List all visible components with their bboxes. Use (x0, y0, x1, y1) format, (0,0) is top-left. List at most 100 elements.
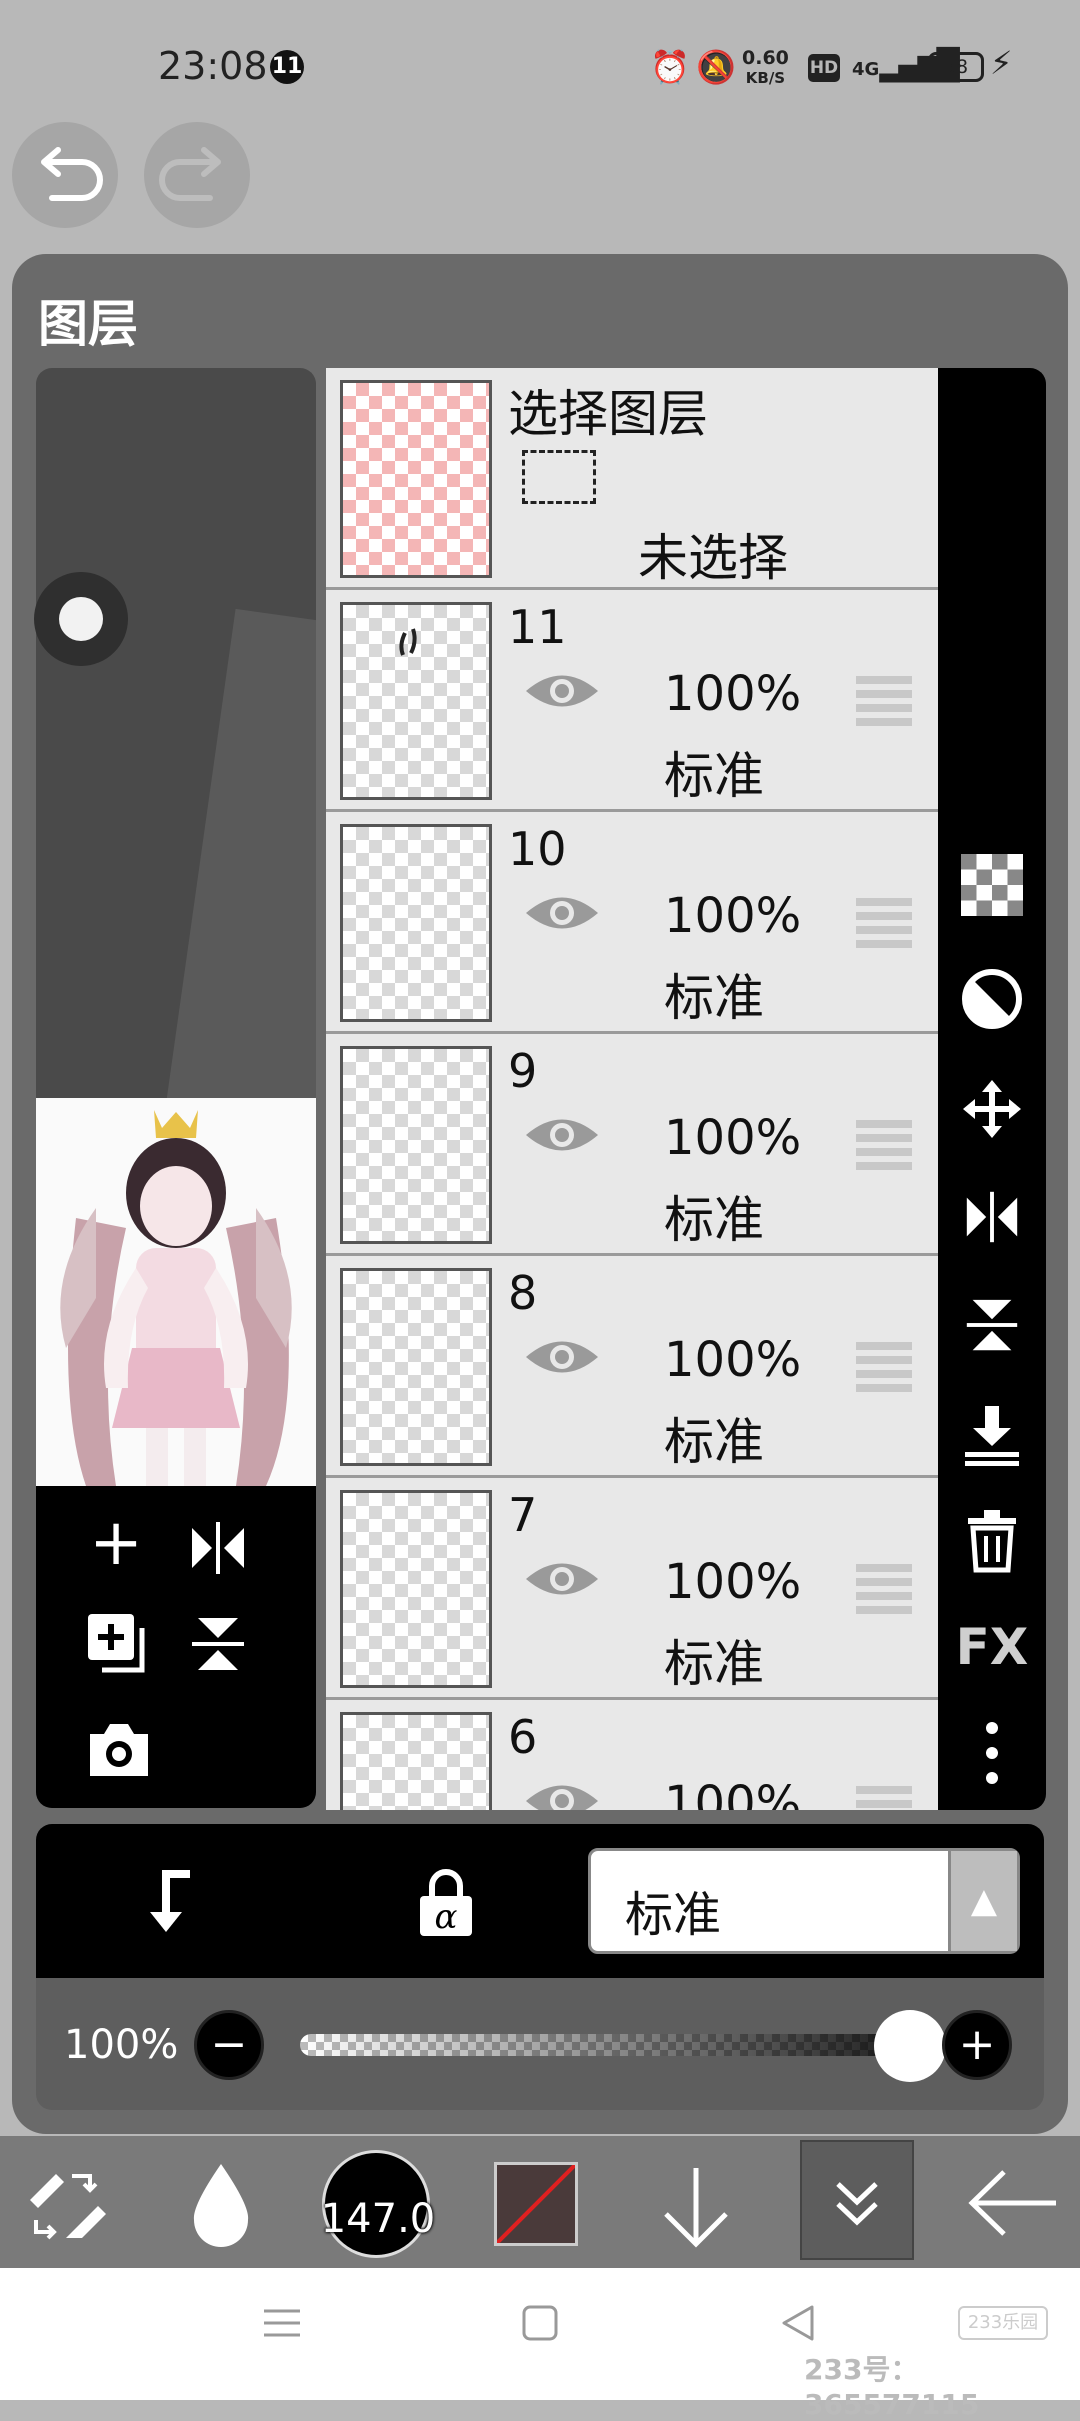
merge-down-button[interactable] (938, 1402, 1046, 1482)
layer-name: 7 (508, 1488, 538, 1542)
back-nav-icon[interactable] (778, 2300, 818, 2354)
more-vertical-icon (986, 1722, 998, 1784)
selection-layer-row[interactable]: 选择图层 未选择 (326, 368, 938, 590)
brush-type-button[interactable] (186, 2160, 256, 2254)
layer-thumbnail (340, 1490, 492, 1688)
layer-row[interactable]: 6 100% 标准 (326, 1700, 938, 1810)
network-speed: 0.60 KB/S (742, 48, 789, 88)
drag-handle-icon[interactable] (856, 1786, 912, 1810)
mute-bell-icon: 🔕 (696, 48, 736, 86)
move-arrows-icon (963, 1080, 1021, 1138)
blend-mode-select[interactable]: 标准 ▲ (588, 1848, 1020, 1954)
flip-vertical-icon (966, 1299, 1018, 1351)
camera-import-button[interactable] (84, 1720, 154, 1784)
layer-opacity: 100% (664, 888, 802, 944)
blend-mode-value: 标准 (625, 1887, 722, 1943)
layer-row[interactable]: 8 100% 标准 (326, 1256, 938, 1478)
flip-horizontal-icon (192, 1522, 244, 1574)
layer-blend-mode: 标准 (664, 969, 764, 1027)
opacity-slider-track[interactable] (300, 2034, 920, 2056)
layer-opacity: 100% (664, 666, 802, 722)
eye-icon[interactable] (522, 1556, 602, 1602)
checkerboard-icon (961, 854, 1023, 916)
menu-nav-icon[interactable] (262, 2300, 302, 2354)
drag-handle-icon[interactable] (856, 898, 912, 948)
back-button[interactable] (964, 2168, 1060, 2242)
selection-status: 未选择 (638, 529, 788, 587)
layer-name: 11 (508, 600, 567, 654)
merge-down-icon (965, 1406, 1019, 1466)
clip-arrow-icon (150, 1870, 190, 1932)
collapse-toolbar-button[interactable] (800, 2140, 914, 2260)
drag-handle-icon[interactable] (856, 676, 912, 726)
opacity-increase-button[interactable]: + (942, 2010, 1012, 2080)
flip-vertical-icon (192, 1618, 244, 1670)
layer-thumbnail (340, 1712, 492, 1810)
layer-blend-mode: 标准 (664, 747, 764, 805)
drag-handle-icon[interactable] (856, 1564, 912, 1614)
flip-horizontal-button[interactable] (186, 1516, 250, 1584)
drag-handle-icon[interactable] (856, 1342, 912, 1392)
double-chevron-down-icon (836, 2182, 878, 2226)
layer-blend-mode: 标准 (664, 1191, 764, 1249)
dropdown-up-arrow-icon[interactable]: ▲ (948, 1851, 1017, 1951)
move-layer-button[interactable] (938, 1076, 1046, 1156)
transparency-checker-button[interactable] (938, 854, 1046, 930)
brush-size-value: 147.0 (320, 2196, 436, 2242)
preview-scroll-handle[interactable] (34, 572, 128, 666)
eye-icon[interactable] (522, 1334, 602, 1380)
layer-row[interactable]: 7 100% 标准 (326, 1478, 938, 1700)
layer-thumbnail (340, 1046, 492, 1244)
eye-icon[interactable] (522, 668, 602, 714)
delete-layer-button[interactable] (938, 1508, 1046, 1588)
duplicate-layer-button[interactable] (84, 1610, 154, 1684)
network-speed-unit: KB/S (745, 69, 786, 87)
undo-button[interactable] (12, 122, 118, 228)
alpha-lock-icon: α (420, 1869, 472, 1937)
layer-opacity: 100% (664, 1110, 802, 1166)
clipping-mask-button[interactable] (938, 968, 1046, 1044)
add-layer-button[interactable]: + (76, 1506, 156, 1580)
brush-eraser-switch-icon (30, 2174, 106, 2240)
redo-icon (159, 147, 221, 201)
battery-indicator: 58 (928, 52, 984, 82)
undo-icon (41, 147, 103, 201)
layer-blend-mode: 标准 (664, 1413, 764, 1471)
tool-switch-button[interactable] (22, 2160, 108, 2250)
layer-content-sketch (399, 628, 417, 656)
layer-opacity: 100% (664, 1332, 802, 1388)
eye-icon[interactable] (522, 1112, 602, 1158)
panel-title: 图层 (38, 295, 138, 353)
more-options-button[interactable] (938, 1718, 1046, 1802)
selection-layer-title: 选择图层 (508, 385, 708, 443)
arrow-left-icon (968, 2170, 1056, 2236)
camera-icon (90, 1724, 148, 1776)
alpha-lock-button[interactable]: α (416, 1868, 476, 1938)
drag-handle-icon[interactable] (856, 1120, 912, 1170)
redo-button[interactable] (144, 122, 250, 228)
layer-actions-rail: FX (938, 368, 1046, 1810)
layer-thumbnail (340, 824, 492, 1022)
fx-filter-button[interactable]: FX (938, 1618, 1046, 1676)
opacity-label: 100% (64, 2022, 179, 2068)
layer-row[interactable]: 9 100% 标准 (326, 1034, 938, 1256)
layer-down-button[interactable] (656, 2162, 736, 2256)
opacity-decrease-button[interactable]: − (194, 2010, 264, 2080)
home-nav-icon[interactable] (520, 2300, 560, 2354)
layer-row[interactable]: 11 100% 标准 (326, 590, 938, 812)
opacity-slider-knob[interactable] (874, 2010, 946, 2082)
trash-icon (968, 1510, 1016, 1573)
flip-vertical-button[interactable] (186, 1612, 250, 1680)
clip-to-below-button[interactable] (140, 1868, 200, 1955)
flip-layer-horizontal-button[interactable] (938, 1186, 1046, 1262)
selection-layer-thumbnail (340, 380, 492, 578)
color-swatch[interactable] (494, 2162, 578, 2246)
eye-icon[interactable] (522, 890, 602, 936)
layer-list[interactable]: 选择图层 未选择 11 100% 标准 10 100% 标准 9 100% 标准… (326, 368, 938, 1810)
layer-row[interactable]: 10 100% 标准 (326, 812, 938, 1034)
eye-icon[interactable] (522, 1778, 602, 1810)
watermark-id: 233号：365577115 (804, 2353, 980, 2421)
layer-tools-panel: + (36, 1486, 316, 1808)
layer-name: 8 (508, 1266, 538, 1320)
flip-layer-vertical-button[interactable] (938, 1294, 1046, 1370)
